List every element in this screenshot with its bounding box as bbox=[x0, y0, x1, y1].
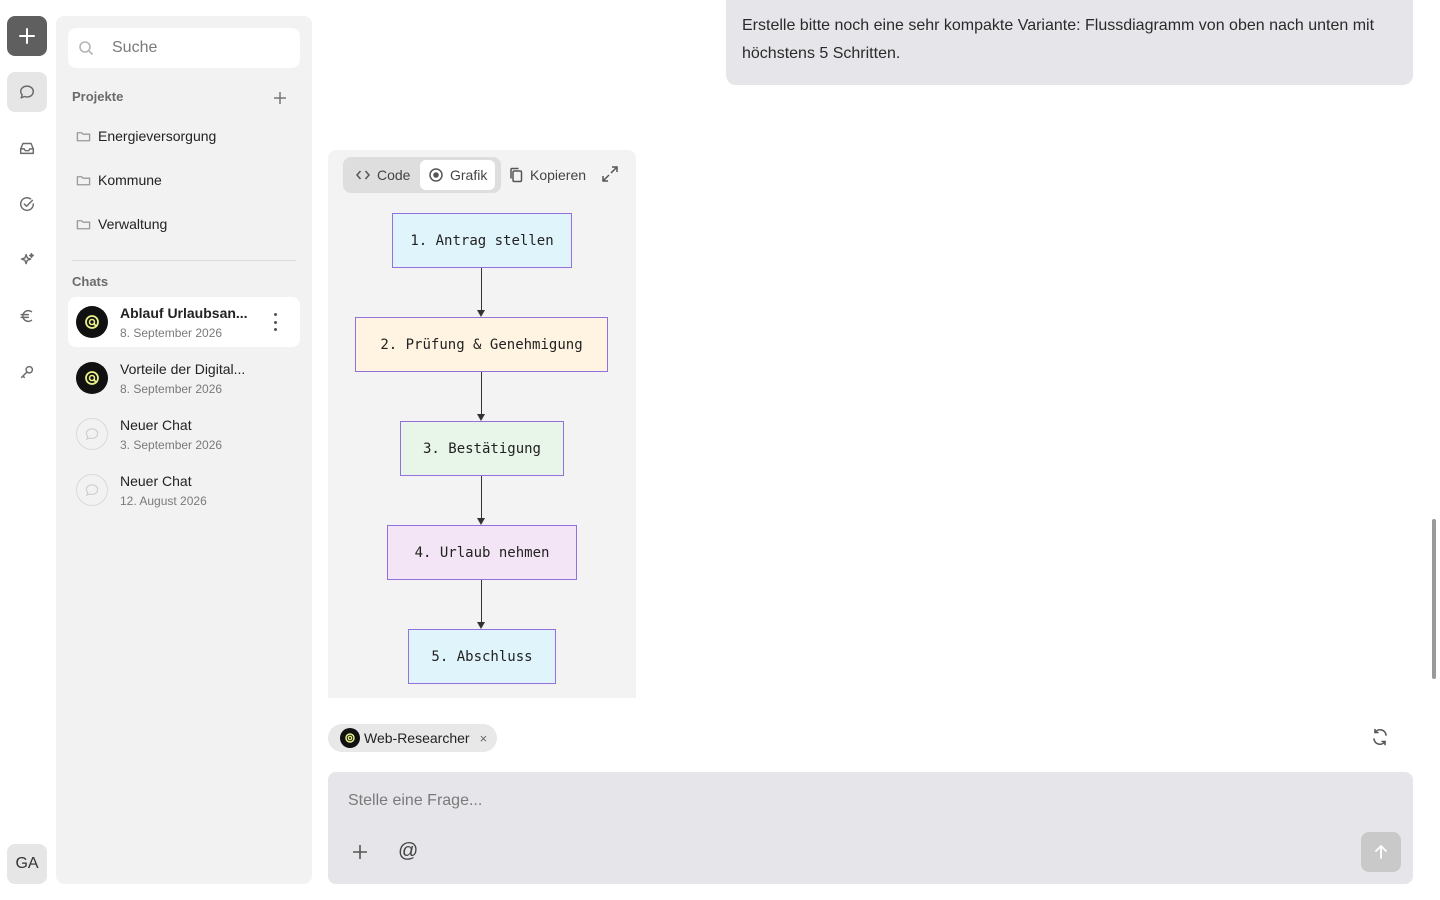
add-project-button[interactable] bbox=[270, 88, 290, 108]
rail-tasks-button[interactable] bbox=[7, 184, 47, 224]
agent-chip-label: Web-Researcher bbox=[364, 730, 470, 746]
project-item-kommune[interactable]: Kommune bbox=[76, 168, 162, 192]
project-label: Energieversorgung bbox=[98, 128, 217, 144]
tab-grafik[interactable]: Grafik bbox=[420, 160, 496, 190]
attach-button[interactable] bbox=[350, 842, 370, 862]
agent-avatar bbox=[76, 362, 108, 394]
agent-avatar bbox=[340, 728, 360, 748]
projects-title: Projekte bbox=[72, 89, 124, 104]
search-icon bbox=[79, 41, 94, 56]
plus-icon bbox=[274, 92, 286, 104]
view-toggle: Code Grafik bbox=[343, 157, 501, 193]
agent-avatar bbox=[76, 306, 108, 338]
search-input[interactable] bbox=[112, 39, 282, 57]
user-avatar[interactable]: GA bbox=[7, 844, 47, 884]
chat-title: Neuer Chat bbox=[120, 417, 192, 433]
project-label: Verwaltung bbox=[98, 216, 168, 232]
folder-icon bbox=[76, 219, 91, 229]
new-chat-button[interactable] bbox=[7, 16, 47, 56]
inbox-icon bbox=[19, 142, 35, 155]
chat-date: 12. August 2026 bbox=[120, 494, 207, 508]
copy-icon bbox=[510, 167, 523, 183]
tab-code-label: Code bbox=[377, 167, 411, 183]
regenerate-button[interactable] bbox=[1370, 727, 1392, 749]
empty-chat-avatar bbox=[76, 418, 108, 450]
chat-bubble-icon bbox=[85, 428, 99, 441]
diagram-panel: Code Grafik Kopieren 1. Antrag stellen 2… bbox=[328, 150, 636, 698]
flow-arrow bbox=[477, 580, 485, 630]
chat-item-active[interactable]: Ablauf Urlaubsan... 8. September 2026 bbox=[68, 297, 300, 347]
project-item-energieversorgung[interactable]: Energieversorgung bbox=[76, 124, 216, 148]
mention-button[interactable]: @ bbox=[398, 840, 418, 863]
project-item-verwaltung[interactable]: Verwaltung bbox=[76, 212, 167, 236]
chat-title: Vorteile der Digital... bbox=[120, 361, 246, 377]
agent-chip[interactable]: Web-Researcher × bbox=[328, 724, 498, 752]
folder-icon bbox=[76, 131, 91, 141]
chat-bubble-icon bbox=[19, 85, 35, 99]
project-label: Kommune bbox=[98, 172, 162, 188]
sidebar: Projekte Energieversorgung Kommune Verwa… bbox=[56, 16, 312, 884]
chat-item[interactable]: Neuer Chat 12. August 2026 bbox=[68, 465, 300, 515]
rail-chats-button[interactable] bbox=[7, 72, 47, 112]
flow-node-4: 4. Urlaub nehmen bbox=[387, 525, 577, 580]
search-box[interactable] bbox=[68, 28, 300, 68]
agent-logo-icon bbox=[85, 315, 99, 329]
remove-agent-button[interactable]: × bbox=[480, 731, 488, 746]
plus-icon bbox=[353, 845, 367, 859]
chat-options-button[interactable] bbox=[274, 313, 278, 331]
euro-icon bbox=[20, 309, 33, 323]
chat-date: 8. September 2026 bbox=[120, 382, 223, 396]
folder-icon bbox=[76, 175, 91, 185]
agent-logo-icon bbox=[345, 733, 355, 743]
plus-icon bbox=[19, 28, 35, 44]
chat-date: 8. September 2026 bbox=[120, 326, 223, 340]
copy-button[interactable]: Kopieren bbox=[508, 160, 586, 190]
copy-label: Kopieren bbox=[530, 167, 587, 183]
sparkles-icon bbox=[20, 252, 35, 265]
tab-code[interactable]: Code bbox=[347, 160, 418, 190]
send-button[interactable] bbox=[1361, 832, 1401, 872]
rail-costs-button[interactable] bbox=[7, 296, 47, 336]
message-input[interactable] bbox=[348, 792, 1248, 810]
chat-item[interactable]: Neuer Chat 3. September 2026 bbox=[68, 409, 300, 459]
rail-keys-button[interactable] bbox=[7, 352, 47, 392]
flow-arrow bbox=[477, 372, 485, 422]
expand-icon bbox=[602, 166, 618, 182]
chat-date: 3. September 2026 bbox=[120, 438, 223, 452]
empty-chat-avatar bbox=[76, 474, 108, 506]
tab-grafik-label: Grafik bbox=[450, 167, 488, 183]
chat-title: Ablauf Urlaubsan... bbox=[120, 305, 248, 321]
key-icon bbox=[20, 365, 34, 379]
refresh-icon bbox=[1373, 728, 1387, 746]
rail-assistants-button[interactable] bbox=[7, 240, 47, 280]
rail-inbox-button[interactable] bbox=[7, 128, 47, 168]
flow-arrow bbox=[477, 476, 485, 526]
check-circle-icon bbox=[19, 197, 35, 212]
agent-logo-icon bbox=[85, 371, 99, 385]
user-message: Erstelle bitte noch eine sehr kompakte V… bbox=[726, 0, 1413, 85]
flow-node-3: 3. Bestätigung bbox=[400, 421, 564, 476]
scrollbar[interactable] bbox=[1432, 519, 1436, 679]
icon-rail: GA bbox=[0, 0, 56, 900]
chat-title: Neuer Chat bbox=[120, 473, 192, 489]
flow-arrow bbox=[477, 268, 485, 318]
flow-node-1: 1. Antrag stellen bbox=[392, 213, 572, 268]
expand-button[interactable] bbox=[600, 164, 622, 186]
composer: @ bbox=[328, 772, 1413, 884]
flow-node-2: 2. Prüfung & Genehmigung bbox=[355, 317, 608, 372]
graphic-icon bbox=[429, 168, 443, 182]
chat-bubble-icon bbox=[85, 484, 99, 497]
code-icon bbox=[356, 170, 370, 180]
chats-title: Chats bbox=[72, 274, 109, 289]
chat-item[interactable]: Vorteile der Digital... 8. September 202… bbox=[68, 353, 300, 403]
arrow-up-icon bbox=[1375, 845, 1387, 859]
sidebar-divider bbox=[72, 260, 296, 261]
flow-node-5: 5. Abschluss bbox=[408, 629, 556, 684]
